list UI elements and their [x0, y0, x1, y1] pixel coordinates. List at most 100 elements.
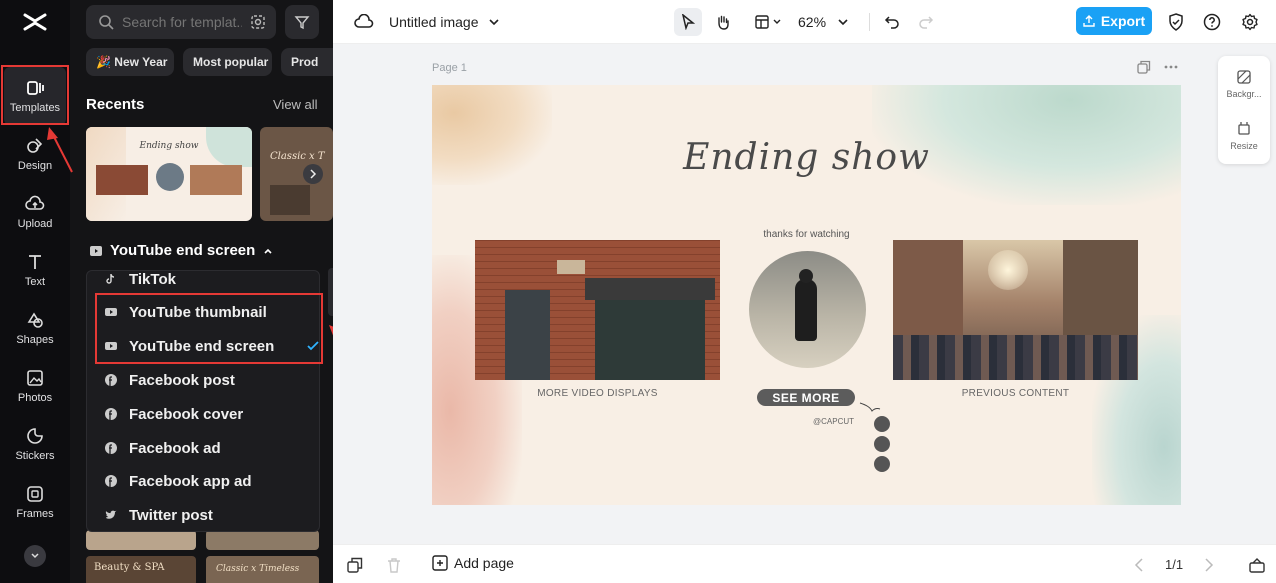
menu-item-youtube-end-screen[interactable]: YouTube end screen	[87, 329, 321, 363]
add-page-label: Add page	[454, 555, 514, 571]
right-caption[interactable]: PREVIOUS CONTENT	[893, 388, 1138, 399]
templates-icon	[27, 81, 44, 95]
thanks-text[interactable]: thanks for watching	[732, 229, 881, 240]
chevron-down-icon	[773, 19, 780, 24]
cloud-save-icon[interactable]	[353, 8, 375, 36]
menu-item-facebook-cover[interactable]: Facebook cover	[87, 397, 321, 431]
rail-item-stickers[interactable]: Stickers	[0, 415, 70, 473]
rail-label: Photos	[17, 392, 53, 404]
upload-icon	[25, 195, 45, 210]
undo-button[interactable]	[881, 8, 903, 36]
rail-item-frames[interactable]: Frames	[0, 473, 70, 531]
canvas-workspace: Page 1 Ending show MORE VIDEO DISPLAYS t…	[333, 44, 1276, 544]
select-tool-button[interactable]	[674, 8, 702, 36]
view-all-link[interactable]: View all	[273, 97, 318, 112]
page-counter: 1/1	[1165, 557, 1184, 572]
hand-tool-button[interactable]	[709, 8, 737, 36]
like-icon[interactable]	[874, 416, 890, 432]
redo-button[interactable]	[915, 8, 937, 36]
chip-products[interactable]: Prod	[281, 48, 333, 76]
rail-item-photos[interactable]: Photos	[0, 357, 70, 415]
shield-button[interactable]	[1165, 8, 1187, 36]
template-thumb-title: Beauty & SPA	[94, 562, 165, 573]
rail-label: Stickers	[15, 450, 55, 462]
add-page-button[interactable]: Add page	[432, 555, 514, 571]
menu-item-twitter-post[interactable]: Twitter post	[87, 498, 321, 532]
comment-icon[interactable]	[874, 436, 890, 452]
template-search[interactable]	[86, 5, 276, 39]
recent-template-ending-show[interactable]: Ending show	[86, 127, 252, 221]
canvas-side-tools: Backgr... Resize	[1218, 56, 1270, 164]
rail-item-design[interactable]: Design	[0, 125, 70, 183]
help-button[interactable]	[1201, 8, 1223, 36]
rail-label: Text	[24, 276, 46, 288]
left-caption[interactable]: MORE VIDEO DISPLAYS	[475, 388, 720, 399]
rail-label: Shapes	[16, 334, 54, 346]
recents-next-button[interactable]	[303, 164, 323, 184]
template-thumb-beauty-spa[interactable]: Beauty & SPA	[86, 556, 196, 583]
rail-item-shapes[interactable]: Shapes	[0, 299, 70, 357]
curl-arrow-icon	[859, 402, 881, 412]
see-more-button[interactable]: SEE MORE	[757, 389, 855, 406]
text-icon	[29, 255, 41, 269]
gear-icon	[1242, 13, 1258, 31]
export-button[interactable]: Export	[1076, 7, 1152, 35]
tiktok-icon	[106, 273, 115, 284]
menu-item-youtube-thumbnail[interactable]: YouTube thumbnail	[87, 295, 321, 329]
doc-title-dropdown[interactable]: Untitled image	[389, 8, 499, 36]
facebook-icon	[105, 408, 117, 420]
chip-most-popular[interactable]: Most popular	[183, 48, 272, 76]
canvas-title[interactable]: Ending show	[432, 137, 1181, 178]
rail-item-templates[interactable]: Templates	[4, 67, 66, 125]
menu-item-facebook-ad[interactable]: Facebook ad	[87, 431, 321, 465]
design-canvas[interactable]: Ending show MORE VIDEO DISPLAYS thanks f…	[432, 85, 1181, 505]
filter-button[interactable]	[285, 5, 319, 39]
template-thumb-title: Classic x Timeless	[216, 564, 300, 574]
capcut-handle[interactable]: @CAPCUT	[813, 417, 854, 426]
resize-tool[interactable]: Resize	[1218, 110, 1270, 162]
chevron-down-icon	[488, 19, 499, 26]
toolbar-divider	[869, 13, 870, 31]
layout-icon	[754, 15, 769, 29]
rail-label: Templates	[9, 102, 61, 114]
rail-item-text[interactable]: Text	[0, 241, 70, 299]
menu-item-facebook-post[interactable]: Facebook post	[87, 363, 321, 397]
menu-item-label: YouTube end screen	[129, 337, 275, 355]
template-thumb[interactable]	[86, 530, 196, 550]
photo-brick-storefront[interactable]	[475, 240, 720, 380]
template-thumb[interactable]	[206, 530, 319, 550]
rail-item-upload[interactable]: Upload	[0, 183, 70, 241]
menu-item-label: TikTok	[129, 270, 176, 288]
more-options-icon[interactable]	[1163, 60, 1179, 74]
zoom-dropdown[interactable]: 62%	[798, 8, 848, 36]
next-page-icon[interactable]	[1204, 558, 1216, 572]
menu-item-label: Twitter post	[129, 506, 213, 524]
share-icon[interactable]	[874, 456, 890, 472]
layout-button[interactable]	[748, 8, 786, 36]
shield-icon	[1169, 13, 1183, 31]
menu-item-facebook-app-ad[interactable]: Facebook app ad	[87, 464, 321, 498]
background-tool[interactable]: Backgr...	[1218, 58, 1270, 110]
duplicate-icon[interactable]	[347, 557, 363, 573]
duplicate-page-icon[interactable]	[1137, 60, 1151, 74]
image-search-icon[interactable]	[250, 14, 266, 30]
menu-item-tiktok[interactable]: TikTok	[87, 262, 321, 296]
photo-city-crowd[interactable]	[893, 240, 1138, 380]
delete-icon[interactable]	[386, 557, 402, 573]
twitter-icon	[105, 510, 117, 519]
prev-page-icon[interactable]	[1134, 558, 1146, 572]
page-panel-icon[interactable]	[1249, 557, 1265, 573]
doc-title: Untitled image	[389, 14, 479, 30]
add-page-icon	[432, 555, 448, 571]
search-input[interactable]	[122, 14, 242, 30]
capcut-logo-icon[interactable]	[21, 8, 49, 36]
size-dropdown[interactable]: YouTube end screen	[90, 242, 273, 259]
chip-new-year[interactable]: 🎉 New Year	[86, 48, 174, 76]
photo-street-runner[interactable]	[749, 251, 866, 368]
template-thumb-classic[interactable]: Classic x Timeless	[206, 556, 319, 583]
background-icon	[1237, 70, 1251, 84]
settings-button[interactable]	[1239, 8, 1261, 36]
resize-icon	[1238, 122, 1250, 135]
menu-item-label: Facebook post	[129, 371, 235, 389]
rail-more-button[interactable]	[24, 545, 46, 567]
